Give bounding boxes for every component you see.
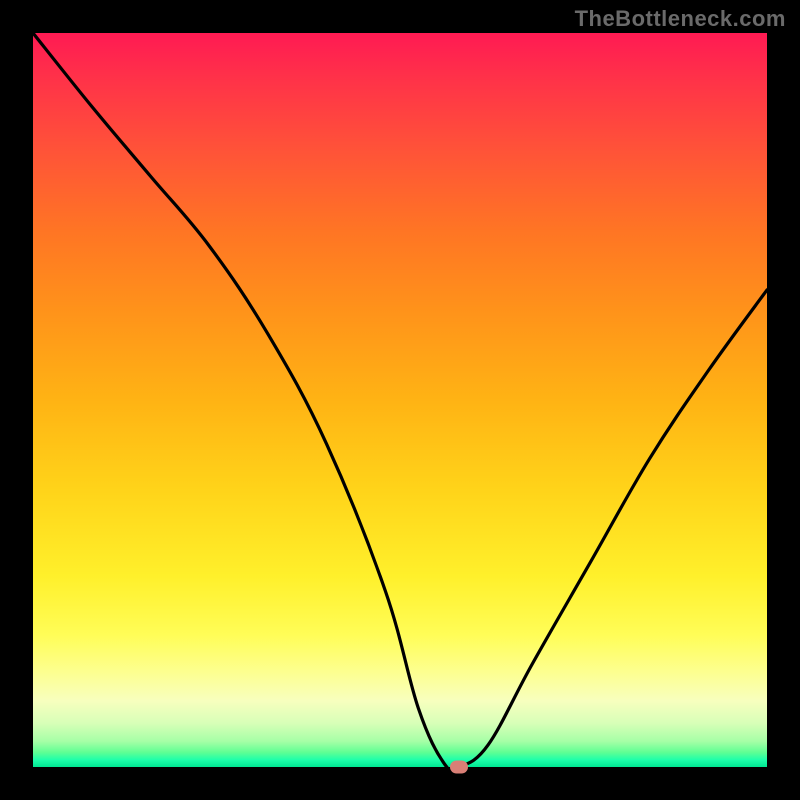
plot-area	[33, 33, 767, 767]
optimal-point-marker	[450, 761, 468, 774]
bottleneck-curve	[33, 33, 767, 767]
watermark-text: TheBottleneck.com	[575, 6, 786, 32]
chart-frame: TheBottleneck.com	[0, 0, 800, 800]
